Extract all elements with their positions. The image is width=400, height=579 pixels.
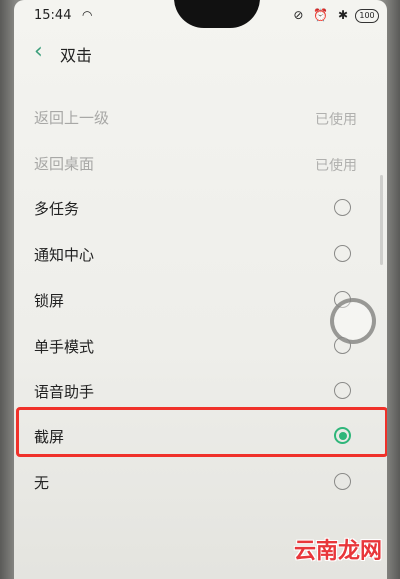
option-label: 返回上一级 — [34, 109, 110, 127]
status-time: 15:44 — [34, 8, 72, 23]
back-arrow-icon[interactable]: ‹ — [34, 40, 43, 64]
radio-button[interactable] — [334, 245, 351, 262]
wifi-icon: ◠ — [82, 8, 93, 22]
radio-button[interactable] — [334, 199, 351, 216]
option-label: 无 — [34, 474, 50, 492]
option-row-voice[interactable]: 语音助手 — [34, 371, 365, 411]
highlight-box — [16, 407, 387, 457]
option-row-onehand[interactable]: 单手模式 — [34, 326, 365, 366]
status-icons: ⊘ ⏰ ✱ — [293, 8, 351, 22]
option-label: 单手模式 — [34, 338, 95, 356]
page-header: ‹ 双击 — [14, 40, 387, 68]
scrollbar[interactable] — [380, 175, 383, 265]
radio-button[interactable] — [334, 382, 351, 399]
option-row-lock[interactable]: 锁屏 — [34, 280, 365, 320]
radio-button[interactable] — [334, 473, 351, 490]
battery-icon: 100 — [355, 9, 379, 23]
option-row-home: 返回桌面 已使用 — [34, 143, 365, 183]
phone-screen: 15:44 ◠ ⊘ ⏰ ✱ 100 ‹ 双击 返回上一级 已使用 返回桌面 已使… — [14, 0, 387, 579]
option-row-none[interactable]: 无 — [34, 462, 365, 502]
option-row-back: 返回上一级 已使用 — [34, 97, 365, 137]
option-label: 多任务 — [34, 200, 80, 218]
option-status: 已使用 — [315, 158, 357, 174]
option-row-notification[interactable]: 通知中心 — [34, 234, 365, 274]
option-row-multitask[interactable]: 多任务 — [34, 188, 365, 228]
option-status: 已使用 — [315, 112, 357, 128]
touch-indicator-icon — [330, 298, 376, 344]
option-label: 锁屏 — [34, 292, 65, 310]
watermark-logo: 云南龙网 — [293, 539, 382, 564]
option-label: 语音助手 — [34, 383, 95, 401]
page-title: 双击 — [60, 46, 93, 65]
option-label: 返回桌面 — [34, 155, 95, 173]
option-label: 通知中心 — [34, 246, 95, 264]
